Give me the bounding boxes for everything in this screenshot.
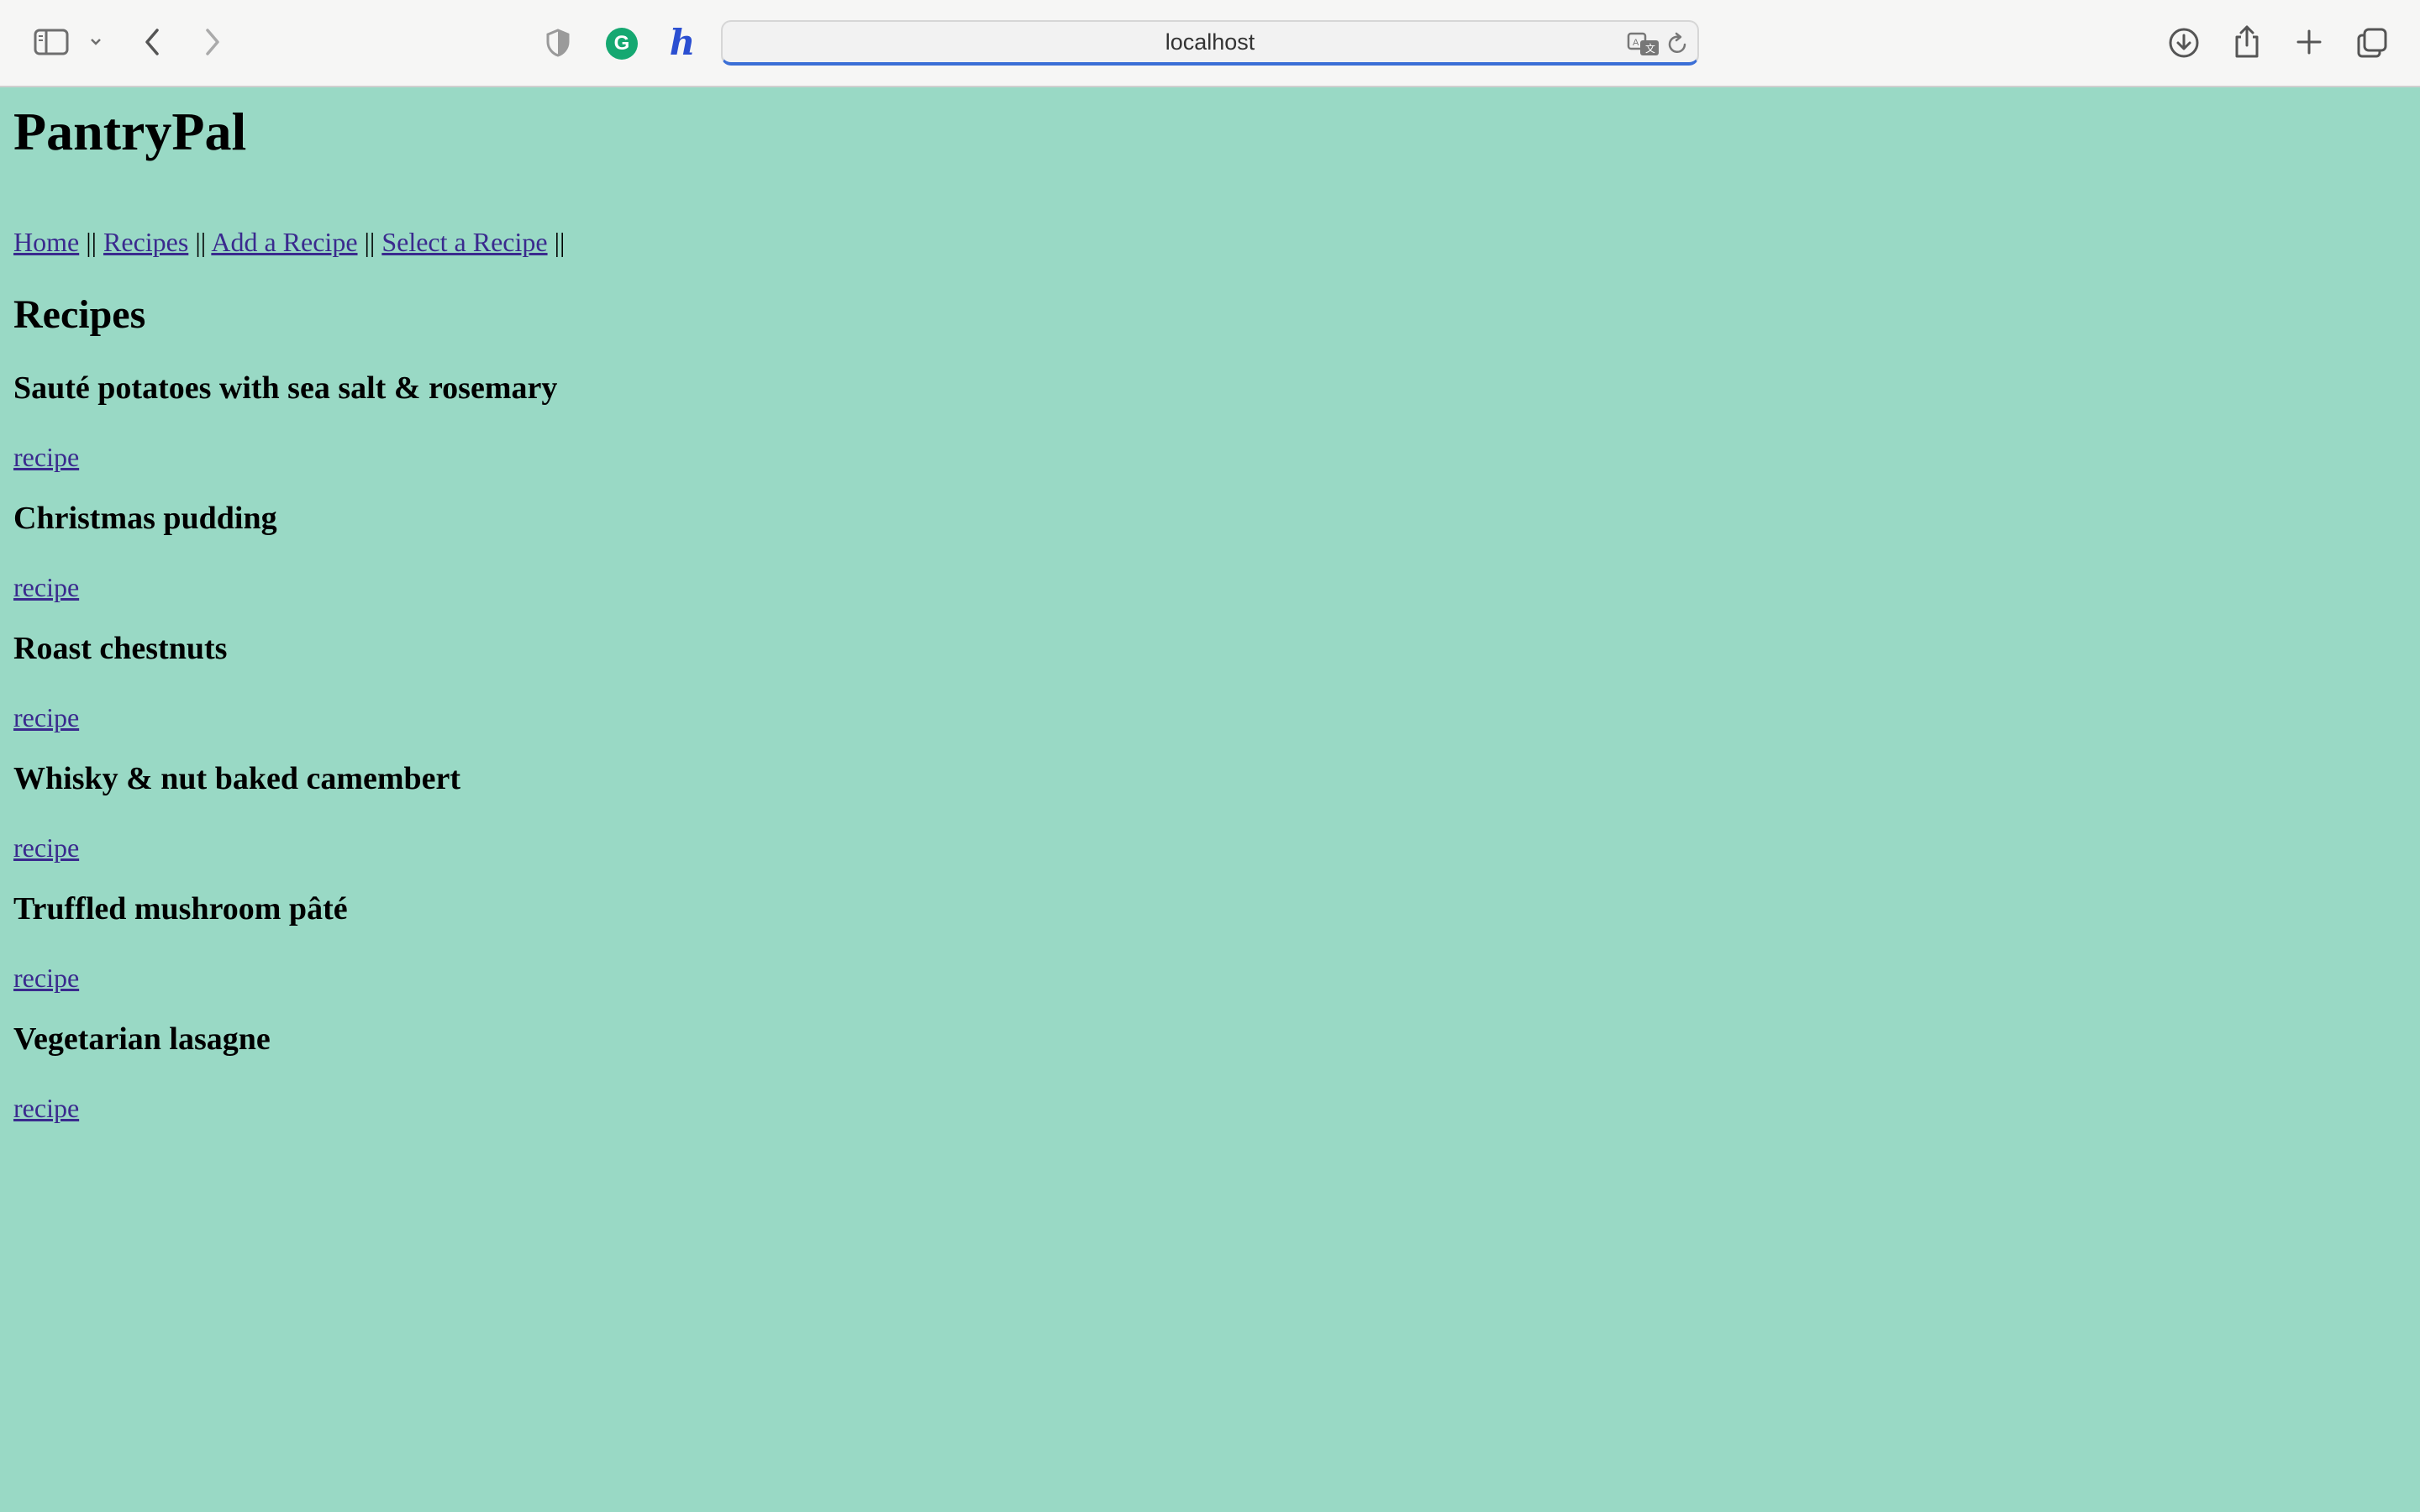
site-title: PantryPal bbox=[13, 102, 247, 161]
forward-icon[interactable] bbox=[200, 25, 225, 59]
translate-icon[interactable]: A文 bbox=[1627, 32, 1660, 61]
recipe-item: Whisky & nut baked camembert recipe bbox=[13, 760, 1022, 890]
sidebar-icon[interactable] bbox=[32, 27, 71, 57]
recipe-link[interactable]: recipe bbox=[13, 572, 79, 603]
nav-separator: || bbox=[554, 227, 566, 257]
recipe-link[interactable]: recipe bbox=[13, 963, 79, 994]
share-icon[interactable] bbox=[2230, 22, 2264, 60]
address-bar[interactable]: localhost A文 bbox=[721, 20, 1699, 66]
recipe-link[interactable]: recipe bbox=[13, 832, 79, 864]
nav-link-select-recipe[interactable]: Select a Recipe bbox=[381, 227, 547, 257]
recipe-link[interactable]: recipe bbox=[13, 442, 79, 473]
browser-toolbar: G h localhost A文 bbox=[0, 0, 2420, 87]
recipe-name: Whisky & nut baked camembert bbox=[13, 761, 461, 796]
url-text[interactable]: localhost bbox=[723, 22, 1697, 62]
nav-separator: || bbox=[364, 227, 376, 257]
recipe-item: Roast chestnuts recipe bbox=[13, 630, 1022, 760]
nav-link-home[interactable]: Home bbox=[13, 227, 79, 257]
recipe-name: Sauté potatoes with sea salt & rosemary bbox=[13, 370, 558, 406]
recipe-link[interactable]: recipe bbox=[13, 1093, 79, 1124]
main-nav: Home || Recipes || Add a Recipe || Selec… bbox=[13, 227, 565, 258]
recipe-name: Vegetarian lasagne bbox=[13, 1021, 271, 1057]
recipe-name: Roast chestnuts bbox=[13, 631, 228, 666]
nav-separator: || bbox=[86, 227, 97, 257]
chevron-down-icon[interactable] bbox=[87, 34, 104, 50]
download-icon[interactable] bbox=[2166, 25, 2202, 60]
honey-icon[interactable]: h bbox=[666, 22, 699, 63]
svg-text:A: A bbox=[1633, 38, 1639, 48]
recipe-list: Sauté potatoes with sea salt & rosemary … bbox=[13, 370, 1022, 1151]
svg-text:文: 文 bbox=[1645, 42, 1655, 55]
recipe-item: Vegetarian lasagne recipe bbox=[13, 1021, 1022, 1151]
shield-icon[interactable] bbox=[544, 27, 571, 59]
recipes-heading: Recipes bbox=[13, 292, 146, 337]
reload-icon[interactable] bbox=[1667, 32, 1689, 60]
recipe-name: Christmas pudding bbox=[13, 501, 277, 536]
nav-separator: || bbox=[195, 227, 207, 257]
grammarly-icon[interactable]: G bbox=[606, 28, 638, 60]
tabs-icon[interactable] bbox=[2354, 25, 2390, 60]
nav-link-recipes[interactable]: Recipes bbox=[103, 227, 188, 257]
recipe-name: Truffled mushroom pâté bbox=[13, 891, 348, 927]
back-icon[interactable] bbox=[139, 25, 165, 59]
nav-link-add-recipe[interactable]: Add a Recipe bbox=[211, 227, 357, 257]
recipe-link[interactable]: recipe bbox=[13, 702, 79, 733]
recipe-item: Sauté potatoes with sea salt & rosemary … bbox=[13, 370, 1022, 500]
recipe-item: Truffled mushroom pâté recipe bbox=[13, 890, 1022, 1021]
plus-icon[interactable] bbox=[2292, 25, 2326, 59]
recipe-item: Christmas pudding recipe bbox=[13, 500, 1022, 630]
